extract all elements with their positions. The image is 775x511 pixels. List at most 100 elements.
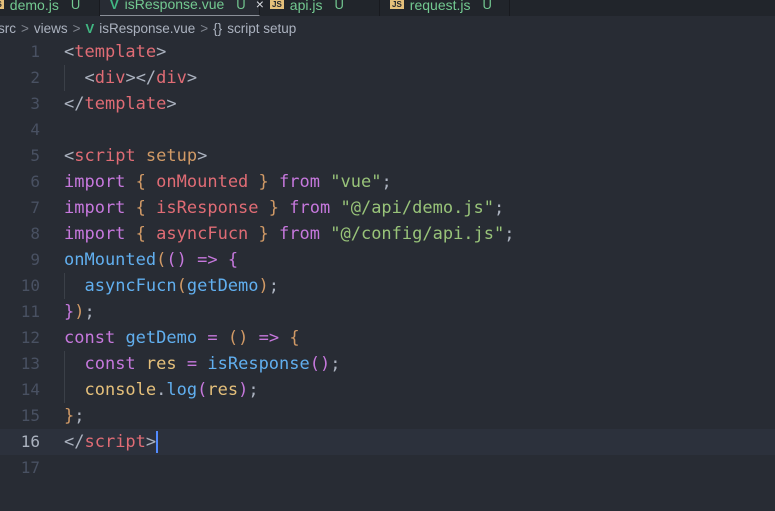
line-number: 4 [30,120,40,139]
code-token: ( [156,250,167,270]
code-token: template [84,94,167,114]
code-line[interactable]: <template> [64,39,775,65]
code-token: } [258,224,269,244]
code-token: "@/api/demo.js" [340,198,495,218]
code-line[interactable]: </template> [64,91,775,117]
code-token: ; [268,276,280,296]
tab-isresponse-vue[interactable]: VisResponse.vue U × [100,0,264,16]
breadcrumb-views[interactable]: views [34,21,68,36]
js-icon: JS [0,0,4,9]
breadcrumb-symbol[interactable]: script setup [227,21,296,36]
line-number: 1 [30,42,40,61]
code-line[interactable]: </script> [64,429,775,455]
braces-icon: {} [213,20,223,36]
code-token: > [197,146,208,166]
code-token: () [166,250,187,270]
code-token: = [207,328,218,348]
code-line[interactable]: onMounted(() => { [64,247,775,273]
code-token: getDemo [125,328,198,348]
code-line[interactable]: const getDemo = () => { [64,325,775,351]
line-number: 10 [20,276,40,295]
code-editor[interactable]: <template> <div></div> </template> <script… [64,39,775,481]
line-number: 14 [20,380,40,399]
code-token: import [64,224,126,244]
code-token: () [227,328,249,348]
breadcrumb-src[interactable]: src [0,21,16,36]
code-token: </ [64,432,85,452]
code-line[interactable]: asyncFucn(getDemo); [64,273,775,299]
code-line[interactable] [64,455,775,481]
code-token: = [186,354,198,374]
tab-demo-js[interactable]: JS demo.js U [0,0,100,16]
vue-icon: V [85,20,95,36]
tab-label: request.js [409,0,471,13]
code-token: log [166,380,198,400]
code-token: onMounted [156,172,249,192]
code-token: from [289,198,331,218]
code-token: < [84,68,95,88]
code-token: getDemo [186,276,259,296]
untracked-badge: U [482,0,492,12]
code-line[interactable]: <div></div> [64,65,775,91]
chevron-right-icon: > [200,20,209,36]
code-token: isResponse [207,354,310,374]
code-token: from [279,172,320,192]
code-line[interactable]: import { onMounted } from "vue"; [64,169,775,195]
code-token: ; [330,354,341,374]
code-token: . [156,380,167,400]
line-number: 12 [20,328,40,347]
code-token: onMounted [64,250,157,270]
code-token: > [186,68,198,88]
code-token: < [64,42,75,62]
code-token: script [74,146,136,166]
code-token: ; [84,302,95,322]
line-number: 6 [30,172,40,191]
code-token: { [227,250,239,270]
code-token: { [135,224,146,244]
code-token: script [84,432,146,452]
code-line[interactable]: console.log(res); [64,377,775,403]
code-token: { [135,172,146,192]
code-line[interactable]: }); [64,299,775,325]
code-token: asyncFucn [156,224,249,244]
code-token: ; [504,224,515,244]
tab-api-js[interactable]: JS api.js U [260,0,380,16]
line-number: 2 [30,68,40,87]
code-token: > [156,42,167,62]
code-line[interactable] [64,117,775,143]
breadcrumb-file[interactable]: isResponse.vue [99,21,195,36]
code-line[interactable]: <script setup> [64,143,775,169]
code-token: ; [248,380,259,400]
code-token: ; [381,172,392,192]
code-line[interactable]: import { isResponse } from "@/api/demo.j… [64,195,775,221]
code-token: { [289,328,300,348]
code-token: console [84,380,157,400]
breadcrumb: src > views > V isResponse.vue > {} scri… [0,18,296,38]
tab-request-js[interactable]: JS request.js U [380,0,510,16]
code-token: res [145,354,177,374]
code-line[interactable]: import { asyncFucn } from "@/config/api.… [64,221,775,247]
text-cursor [156,431,159,453]
code-line[interactable]: }; [64,403,775,429]
code-line[interactable]: const res = isResponse(); [64,351,775,377]
code-token: res [207,380,239,400]
code-token: setup [145,146,198,166]
code-token: } [268,198,280,218]
